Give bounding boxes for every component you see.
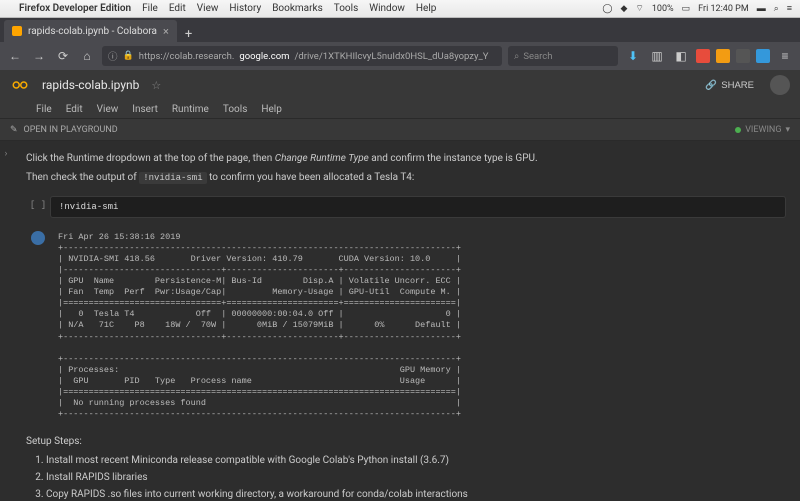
menu-view[interactable]: View bbox=[197, 3, 219, 14]
colab-menu-file[interactable]: File bbox=[36, 104, 52, 115]
notebook-body[interactable]: Click the Runtime dropdown at the top of… bbox=[12, 141, 800, 501]
hamburger-icon[interactable]: ≡ bbox=[776, 47, 794, 65]
battery-text: 100% bbox=[652, 4, 674, 14]
code-input-1[interactable]: !nvidia-smi bbox=[50, 196, 786, 219]
url-path: /drive/1XTKHIlcvyL5nuIdx0HSL_dUa8yopzy_Y bbox=[294, 51, 488, 62]
ext-icon-3[interactable] bbox=[736, 49, 750, 63]
new-tab-button[interactable]: + bbox=[177, 27, 200, 42]
ext-icon-4[interactable] bbox=[756, 49, 770, 63]
url-domain: google.com bbox=[239, 51, 289, 62]
setup-heading: Setup Steps: bbox=[26, 434, 786, 449]
intro-code: !nvidia-smi bbox=[139, 172, 206, 184]
nav-bar: ← → ⟳ ⌂ ⓘ 🔒 https://colab.research. googl… bbox=[0, 42, 800, 70]
library-icon[interactable]: ▥ bbox=[648, 47, 666, 65]
browser-tab[interactable]: rapids-colab.ipynb - Colabora × bbox=[4, 20, 177, 42]
output-indicator-icon[interactable] bbox=[31, 231, 45, 245]
forward-button[interactable]: → bbox=[30, 47, 48, 65]
download-icon[interactable]: ⬇ bbox=[624, 47, 642, 65]
star-icon[interactable]: ☆ bbox=[151, 79, 161, 92]
battery-icon: ▭ bbox=[682, 4, 691, 14]
output-cell-1: Fri Apr 26 15:38:16 2019 +--------------… bbox=[26, 226, 786, 426]
menu-extra-icon[interactable]: ≡ bbox=[787, 3, 792, 14]
menu-history[interactable]: History bbox=[229, 3, 261, 14]
code-cell-1[interactable]: [ ] !nvidia-smi bbox=[26, 196, 786, 219]
home-button[interactable]: ⌂ bbox=[78, 47, 96, 65]
colab-menu-help[interactable]: Help bbox=[261, 104, 281, 115]
share-icon: 🔗 bbox=[705, 80, 717, 91]
text-cell-setup: Setup Steps: Install most recent Minicon… bbox=[26, 434, 786, 501]
tab-title: rapids-colab.ipynb - Colabora bbox=[28, 26, 157, 37]
ext-icon-2[interactable] bbox=[716, 49, 730, 63]
colab-logo-icon[interactable] bbox=[10, 75, 30, 95]
status-dot-icon bbox=[735, 127, 741, 133]
flag-icon[interactable]: ▬ bbox=[757, 3, 766, 14]
search-placeholder: Search bbox=[523, 51, 552, 62]
ext-icon-1[interactable] bbox=[696, 49, 710, 63]
viewing-status[interactable]: VIEWING ▾ bbox=[735, 125, 790, 135]
menu-window[interactable]: Window bbox=[369, 3, 405, 14]
intro-text-2c: to confirm you have been allocated a Tes… bbox=[207, 172, 415, 183]
menu-tools[interactable]: Tools bbox=[334, 3, 358, 14]
colab-subbar: ✎ OPEN IN PLAYGROUND VIEWING ▾ bbox=[0, 118, 800, 140]
menu-bookmarks[interactable]: Bookmarks bbox=[272, 3, 323, 14]
share-button[interactable]: 🔗 SHARE bbox=[697, 76, 762, 95]
colab-menu-tools[interactable]: Tools bbox=[223, 104, 247, 115]
list-item: Install most recent Miniconda release co… bbox=[46, 453, 786, 468]
content-wrap: › Click the Runtime dropdown at the top … bbox=[0, 141, 800, 501]
back-button[interactable]: ← bbox=[6, 47, 24, 65]
reload-button[interactable]: ⟳ bbox=[54, 47, 72, 65]
intro-text-1c: and confirm the instance type is GPU. bbox=[369, 153, 538, 164]
menu-help[interactable]: Help bbox=[416, 3, 436, 14]
lock-icon: 🔒 bbox=[123, 51, 134, 61]
wifi-icon[interactable]: ⌔ bbox=[635, 3, 643, 14]
setup-list: Install most recent Miniconda release co… bbox=[26, 453, 786, 501]
intro-text-1a: Click the Runtime dropdown at the top of… bbox=[26, 153, 275, 164]
browser-search[interactable]: ⌕ Search bbox=[508, 46, 618, 66]
clock[interactable]: Fri 12:40 PM bbox=[698, 4, 749, 14]
colab-menu-insert[interactable]: Insert bbox=[132, 104, 158, 115]
macos-menubar: Firefox Developer Edition File Edit View… bbox=[0, 0, 800, 18]
url-bar[interactable]: ⓘ 🔒 https://colab.research. google.com/dr… bbox=[102, 46, 502, 66]
url-prefix: https://colab.research. bbox=[139, 51, 235, 62]
menu-edit[interactable]: Edit bbox=[169, 3, 186, 14]
code-output-1: Fri Apr 26 15:38:16 2019 +--------------… bbox=[50, 226, 786, 426]
avatar[interactable] bbox=[770, 75, 790, 95]
chevron-down-icon: ▾ bbox=[785, 125, 790, 135]
colab-toolbar: rapids-colab.ipynb ☆ 🔗 SHARE File Edit V… bbox=[0, 70, 800, 141]
intro-text-1b: Change Runtime Type bbox=[275, 153, 369, 164]
pencil-icon: ✎ bbox=[10, 125, 18, 135]
search-icon: ⌕ bbox=[514, 51, 519, 62]
list-item: Install RAPIDS libraries bbox=[46, 470, 786, 485]
document-title[interactable]: rapids-colab.ipynb bbox=[38, 76, 143, 94]
shield-icon[interactable]: ◆ bbox=[620, 4, 627, 14]
left-gutter[interactable]: › bbox=[0, 141, 12, 501]
colab-menu-view[interactable]: View bbox=[97, 104, 119, 115]
spotlight-icon[interactable]: ⌕ bbox=[774, 4, 779, 14]
colab-header: rapids-colab.ipynb ☆ 🔗 SHARE bbox=[0, 70, 800, 100]
playground-button[interactable]: OPEN IN PLAYGROUND bbox=[24, 125, 118, 135]
colab-menu-edit[interactable]: Edit bbox=[66, 104, 83, 115]
status-tray: ◯ ◆ ⌔ 100% ▭ Fri 12:40 PM ▬ ⌕ ≡ bbox=[602, 3, 792, 14]
colab-favicon-icon bbox=[12, 26, 22, 36]
info-icon[interactable]: ⓘ bbox=[108, 49, 118, 63]
menu-file[interactable]: File bbox=[142, 3, 158, 14]
intro-text-2a: Then check the output of bbox=[26, 172, 139, 183]
sidebar-icon[interactable]: ◧ bbox=[672, 47, 690, 65]
cell-run-button[interactable]: [ ] bbox=[26, 196, 50, 219]
list-item: Copy RAPIDS .so files into current worki… bbox=[46, 487, 786, 501]
app-name[interactable]: Firefox Developer Edition bbox=[19, 3, 131, 14]
tab-strip: rapids-colab.ipynb - Colabora × + bbox=[0, 18, 800, 42]
browser-chrome: rapids-colab.ipynb - Colabora × + ← → ⟳ … bbox=[0, 18, 800, 70]
tab-close-icon[interactable]: × bbox=[163, 25, 169, 38]
viewing-label: VIEWING bbox=[745, 125, 781, 135]
colab-menu-runtime[interactable]: Runtime bbox=[172, 104, 209, 115]
colab-menu: File Edit View Insert Runtime Tools Help bbox=[0, 100, 800, 118]
share-label: SHARE bbox=[721, 80, 754, 91]
circle-icon[interactable]: ◯ bbox=[602, 4, 612, 14]
text-cell-intro: Click the Runtime dropdown at the top of… bbox=[26, 151, 786, 186]
